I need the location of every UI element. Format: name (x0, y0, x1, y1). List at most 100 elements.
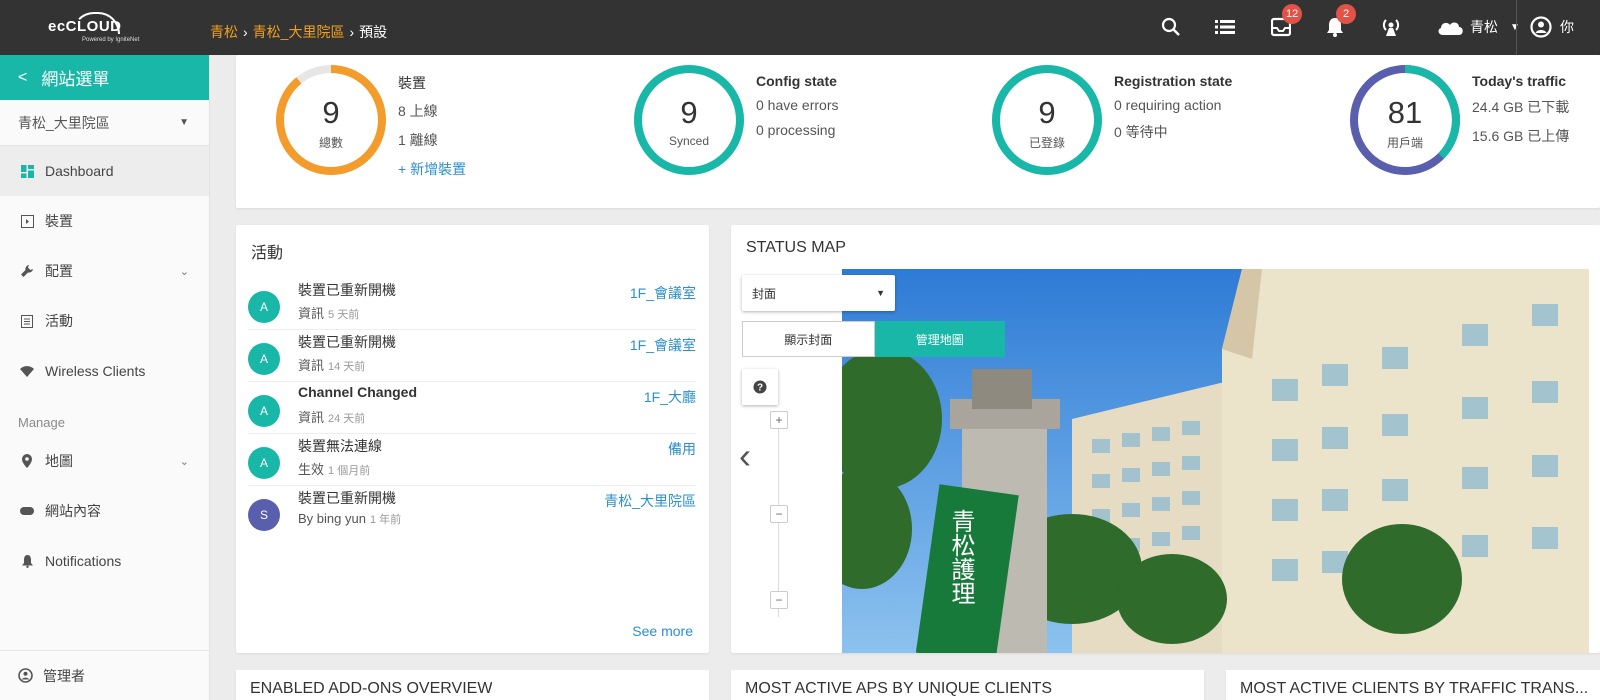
sidebar-item-label: 裝置 (45, 213, 73, 229)
sidebar-item-wireless-clients[interactable]: Wireless Clients (0, 346, 209, 396)
activity-item-location[interactable]: 青松_大里院區 (604, 491, 696, 511)
inbox-icon[interactable]: 12 (1268, 4, 1303, 40)
activity-item-time: 14 天前 (328, 361, 366, 373)
sidebar-item-dashboard[interactable]: Dashboard (0, 146, 209, 196)
devices-caption: 總數 (318, 136, 343, 150)
activity-item-type: 資訊 (298, 410, 325, 425)
config-title: Config state (756, 73, 837, 89)
add-device-label: 新增裝置 (410, 161, 467, 177)
map-marker-icon (18, 454, 36, 468)
notification-badge: 2 (1336, 4, 1356, 24)
traffic-uploaded: 15.6 GB 已上傳 (1472, 128, 1570, 144)
avatar: S (248, 499, 280, 531)
device-icon (18, 214, 36, 228)
activity-item[interactable]: A 裝置無法連線 生效 1 個月前 備用 (248, 433, 696, 486)
status-map-title: STATUS MAP (746, 239, 846, 256)
sidebar-item-map[interactable]: 地圖 ⌄ (0, 436, 209, 486)
addons-overview-title: ENABLED ADD-ONS OVERVIEW (250, 680, 493, 697)
activity-item-type: 資訊 (298, 358, 325, 373)
sidebar: < 網站選單 青松_大里院區 ▼ Dashboard 裝置 配置 ⌄ 活動 Wi… (0, 55, 210, 700)
activity-item-type: 資訊 (298, 306, 325, 321)
addons-overview-card: ENABLED ADD-ONS OVERVIEW (236, 670, 709, 700)
activity-item-sub: 資訊 5 天前 (298, 303, 359, 322)
chevron-left-icon: < (18, 68, 28, 86)
breadcrumb: 青松 › 青松_大里院區 › 預設 (210, 22, 387, 42)
zoom-slider-handle[interactable]: − (770, 505, 788, 523)
breadcrumb-current: 預設 (359, 24, 388, 40)
sidebar-item-activity[interactable]: 活動 (0, 296, 209, 346)
sidebar-section-manage: Manage (18, 415, 65, 430)
activity-item-title: 裝置已重新開機 (298, 334, 396, 350)
chevron-left-icon[interactable]: ‹ (739, 435, 751, 477)
ecloud-logo[interactable]: ecCLOUD Powered by IgniteNet (48, 10, 168, 46)
sidebar-header[interactable]: < 網站選單 (0, 55, 209, 100)
map-cover-select[interactable]: 封面 ▼ (742, 275, 895, 311)
sidebar-item-site-content[interactable]: 網站內容 (0, 486, 209, 536)
activity-item[interactable]: A Channel Changed 資訊 24 天前 1F_大廳 (248, 381, 696, 434)
logo-sub-text: Powered by IgniteNet (82, 37, 140, 43)
avatar: A (248, 343, 280, 375)
list-icon (18, 314, 36, 328)
active-aps-card: MOST ACTIVE APS BY UNIQUE CLIENTS (731, 670, 1204, 700)
site-content-icon (18, 507, 36, 515)
devices-offline: 1 離線 (398, 132, 438, 148)
traffic-title: Today's traffic (1472, 73, 1567, 89)
account-menu[interactable]: 你 (1530, 16, 1574, 38)
registration-summary: Registration state 0 requiring action 0 … (1114, 73, 1232, 151)
sidebar-item-label: 配置 (45, 263, 73, 279)
account-circle-icon (18, 668, 33, 683)
activity-item-time: 24 天前 (328, 413, 366, 425)
activity-item[interactable]: S 裝置已重新開機 By bing yun 1 年前 青松_大里院區 (248, 485, 696, 538)
sidebar-item-label: Dashboard (45, 163, 114, 179)
sidebar-item-config[interactable]: 配置 ⌄ (0, 246, 209, 296)
activity-item[interactable]: A 裝置已重新開機 資訊 14 天前 1F_會議室 (248, 329, 696, 382)
map-cover-select-value: 封面 (752, 286, 777, 301)
config-synced-count: 9 (680, 95, 698, 130)
add-device-link[interactable]: + 新增裝置 (398, 159, 466, 179)
topbar-divider (1516, 0, 1517, 55)
activity-item-location[interactable]: 1F_會議室 (630, 283, 696, 303)
bell-icon[interactable]: 2 (1322, 4, 1356, 40)
activity-item-title: Channel Changed (298, 384, 418, 400)
sidebar-admin[interactable]: 管理者 (0, 650, 209, 700)
chevron-right-icon: › (243, 24, 248, 40)
activity-item-location[interactable]: 1F_大廳 (644, 387, 696, 407)
status-map-card: STATUS MAP 青松護理 封面 ▼ 顯示封面 管理地圖 ? ‹ + − − (731, 225, 1600, 653)
config-summary: Config state 0 have errors 0 processing (756, 73, 838, 147)
sidebar-header-label: 網站選單 (41, 70, 110, 89)
user-name: 青松 (1470, 19, 1498, 35)
sidebar-item-notifications[interactable]: Notifications (0, 536, 209, 586)
activity-item-location[interactable]: 備用 (668, 439, 696, 459)
tab-manage-map[interactable]: 管理地圖 (874, 321, 1005, 357)
sidebar-item-label: 地圖 (45, 453, 73, 469)
caret-down-icon: ▼ (1510, 21, 1520, 33)
sign-text: 青松護理 (947, 509, 975, 605)
broadcast-icon[interactable] (1378, 14, 1404, 40)
activity-item-sub: 資訊 14 天前 (298, 355, 365, 374)
search-icon[interactable] (1158, 14, 1184, 40)
sidebar-item-devices[interactable]: 裝置 (0, 196, 209, 246)
zoom-in-button[interactable]: + (770, 411, 788, 429)
zoom-out-button[interactable]: − (770, 591, 788, 609)
list-view-icon[interactable] (1212, 14, 1238, 40)
help-icon[interactable]: ? (742, 369, 778, 405)
config-caption: Synced (668, 134, 710, 148)
activity-item[interactable]: A 裝置已重新開機 資訊 5 天前 1F_會議室 (248, 277, 696, 330)
active-clients-title: MOST ACTIVE CLIENTS BY TRAFFIC TRANS... (1240, 680, 1589, 697)
tab-show-cover[interactable]: 顯示封面 (742, 321, 875, 357)
user-menu[interactable]: 青松 ▼ (1436, 17, 1520, 37)
registered-count: 9 (1038, 95, 1056, 130)
activity-item-location[interactable]: 1F_會議室 (630, 335, 696, 355)
breadcrumb-site[interactable]: 青松_大里院區 (253, 24, 345, 40)
top-bar: ecCLOUD Powered by IgniteNet 青松 › 青松_大里院區 ›… (0, 0, 1600, 55)
chevron-down-icon: ⌄ (179, 265, 189, 278)
svg-text:?: ? (757, 383, 763, 394)
see-more-link[interactable]: See more (632, 623, 693, 639)
chevron-down-icon: ⌄ (179, 455, 189, 468)
activity-item-sub: 資訊 24 天前 (298, 407, 365, 426)
breadcrumb-org[interactable]: 青松 (210, 24, 238, 40)
traffic-summary: Today's traffic 24.4 GB 已下載 15.6 GB 已上傳 (1472, 73, 1569, 155)
site-select[interactable]: 青松_大里院區 ▼ (0, 100, 209, 146)
avatar: A (248, 395, 280, 427)
chevron-right-icon: › (349, 24, 355, 40)
